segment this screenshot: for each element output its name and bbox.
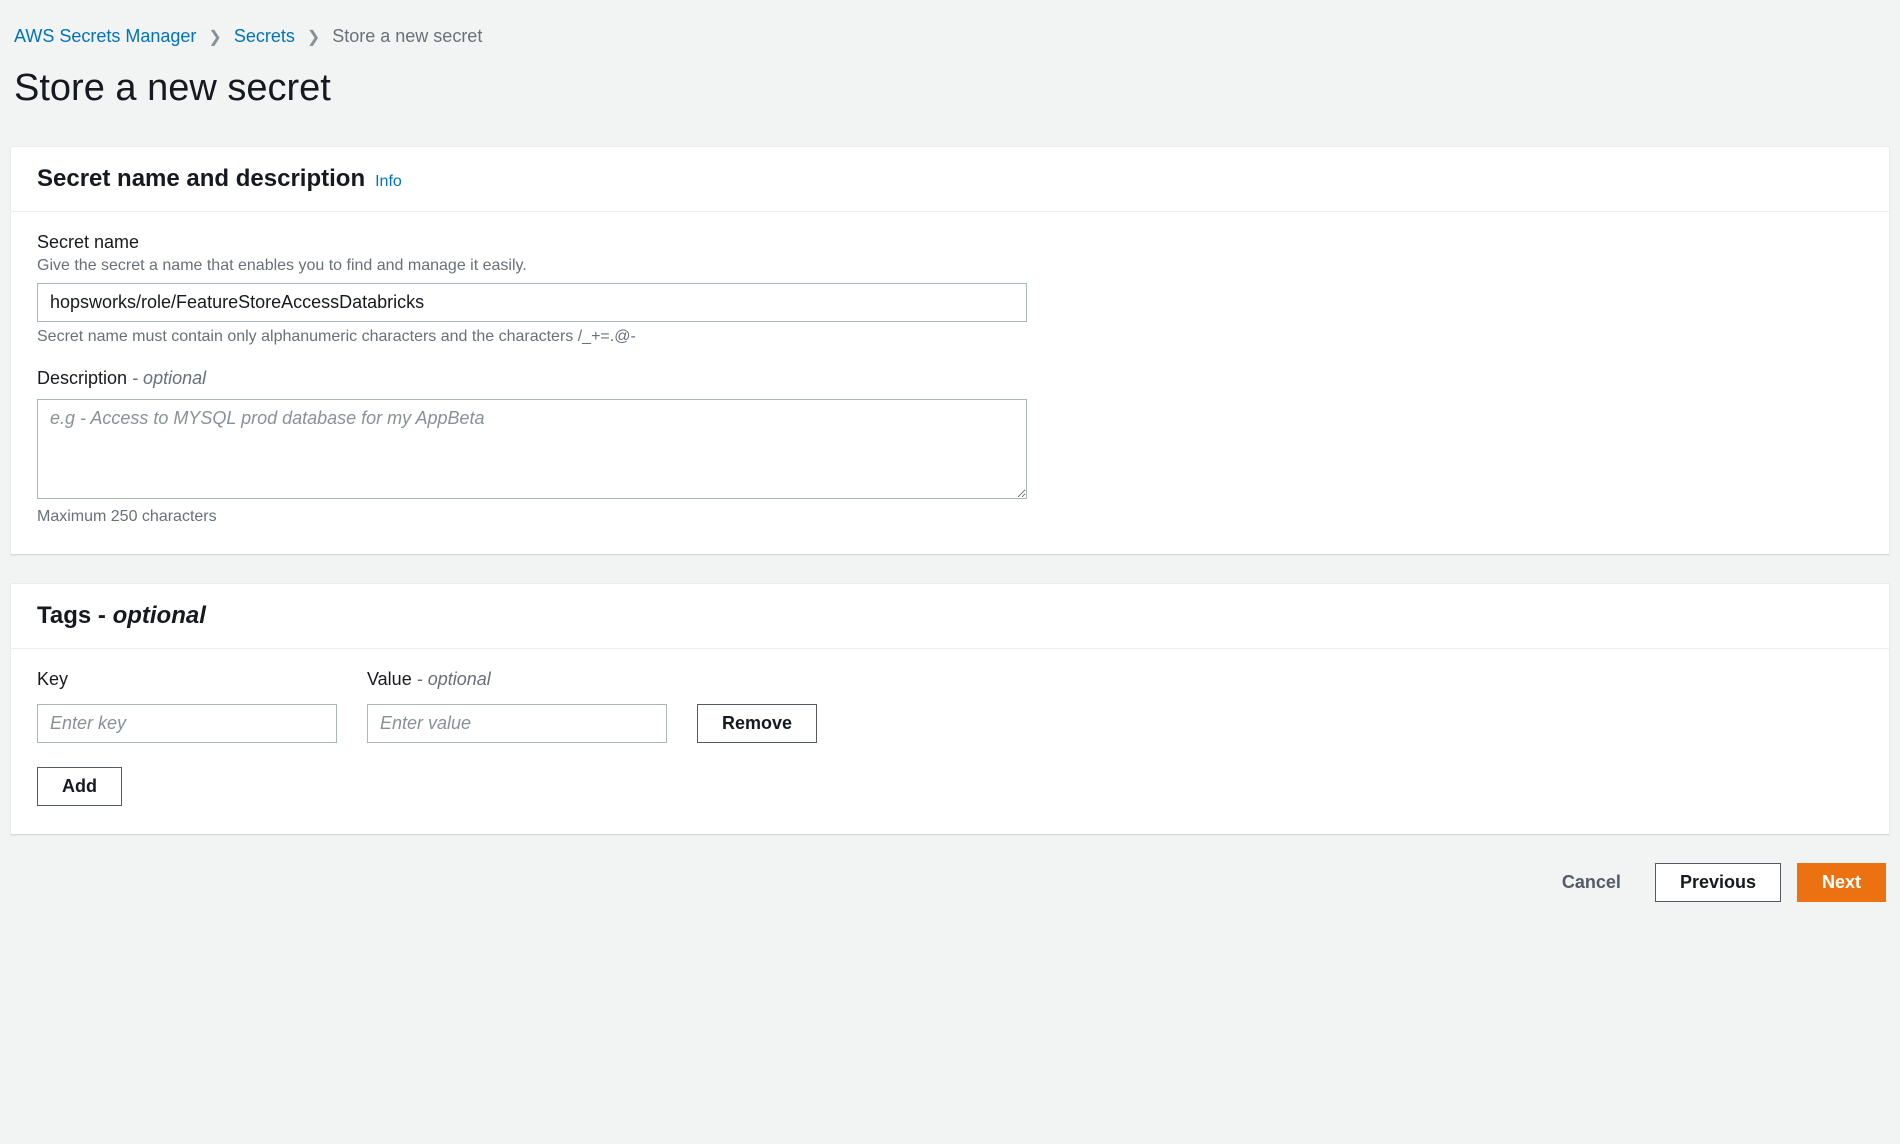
previous-button[interactable]: Previous bbox=[1655, 863, 1781, 902]
breadcrumb-link-secrets[interactable]: Secrets bbox=[234, 26, 295, 47]
tag-row: Key Value - optional Remove bbox=[37, 669, 1863, 743]
breadcrumb-current: Store a new secret bbox=[332, 26, 482, 47]
tag-key-input[interactable] bbox=[37, 704, 337, 743]
panel-heading: Tags - optional bbox=[37, 602, 206, 630]
breadcrumb-link-root[interactable]: AWS Secrets Manager bbox=[14, 26, 196, 47]
secret-name-description-panel: Secret name and description Info Secret … bbox=[10, 146, 1890, 555]
breadcrumb: AWS Secrets Manager ❯ Secrets ❯ Store a … bbox=[10, 10, 1890, 67]
cancel-button[interactable]: Cancel bbox=[1544, 864, 1639, 901]
wizard-footer: Cancel Previous Next bbox=[10, 863, 1890, 902]
tag-key-label: Key bbox=[37, 669, 337, 690]
chevron-right-icon: ❯ bbox=[307, 27, 320, 47]
next-button[interactable]: Next bbox=[1797, 863, 1886, 902]
description-textarea[interactable] bbox=[37, 399, 1027, 499]
remove-tag-button[interactable]: Remove bbox=[697, 704, 817, 743]
tag-value-input[interactable] bbox=[367, 704, 667, 743]
panel-heading: Secret name and description bbox=[37, 165, 365, 193]
chevron-right-icon: ❯ bbox=[208, 27, 221, 47]
add-tag-button[interactable]: Add bbox=[37, 767, 122, 806]
tags-panel: Tags - optional Key Value - optional Rem… bbox=[10, 583, 1890, 835]
page-title: Store a new secret bbox=[10, 67, 1890, 146]
secret-name-constraint: Secret name must contain only alphanumer… bbox=[37, 328, 1863, 346]
secret-name-helper: Give the secret a name that enables you … bbox=[37, 257, 1863, 275]
secret-name-label: Secret name bbox=[37, 232, 1863, 253]
panel-header: Secret name and description Info bbox=[11, 147, 1889, 212]
panel-header: Tags - optional bbox=[11, 584, 1889, 649]
secret-name-input[interactable] bbox=[37, 283, 1027, 322]
tag-value-label: Value - optional bbox=[367, 669, 667, 690]
description-constraint: Maximum 250 characters bbox=[37, 508, 1863, 526]
description-label: Description - optional bbox=[37, 368, 1863, 389]
info-link[interactable]: Info bbox=[375, 173, 402, 191]
